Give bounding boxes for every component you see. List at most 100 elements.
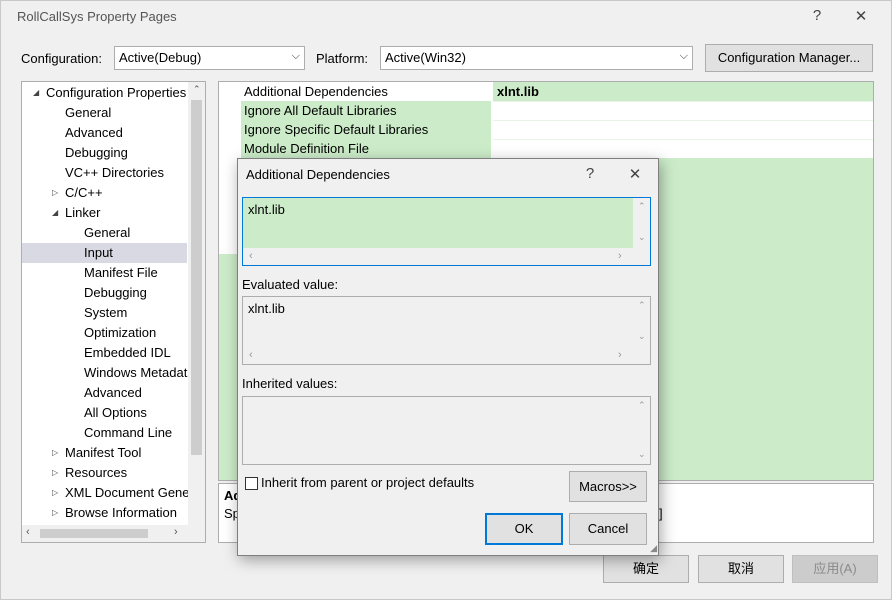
tree-item[interactable]: ▷ XML Document Generator (22, 483, 205, 503)
configuration-combo[interactable]: Active(Debug) ⌵ (114, 46, 305, 70)
grid-row[interactable]: Ignore Specific Default Libraries (241, 120, 873, 140)
tree-item[interactable]: Debugging (22, 283, 187, 303)
tree-item[interactable]: General (22, 223, 187, 243)
collapsed-arrow-icon[interactable]: ▷ (52, 483, 58, 503)
scroll-up-icon[interactable]: ⌃ (193, 84, 201, 95)
collapsed-arrow-icon[interactable]: ▷ (52, 183, 58, 203)
grid-row[interactable]: Module Definition File (241, 139, 873, 159)
scroll-up-icon[interactable]: ⌃ (638, 300, 646, 311)
scroll-up-icon[interactable]: ⌃ (638, 201, 646, 212)
grid-property-value[interactable]: xlnt.lib (493, 82, 873, 102)
tree-item[interactable]: Advanced (22, 123, 187, 143)
tree-item-label: Command Line (84, 425, 173, 440)
tree-item[interactable]: ▷ Manifest Tool (22, 443, 187, 463)
edit-vertical-scrollbar[interactable]: ⌃ ⌄ (633, 198, 650, 265)
cancel-button[interactable]: 取消 (698, 555, 784, 583)
dialog-cancel-button[interactable]: Cancel (569, 513, 647, 545)
tree-item[interactable]: All Options (22, 403, 187, 423)
collapsed-arrow-icon[interactable]: ▷ (52, 443, 58, 463)
grid-property-value[interactable] (493, 120, 873, 121)
inherit-checkbox[interactable] (245, 477, 258, 490)
dependencies-edit-box[interactable]: xlnt.lib ⌃ ⌄ ‹ › (242, 197, 651, 266)
platform-label: Platform: (316, 51, 369, 66)
tree-item-label: General (65, 105, 112, 120)
tree-item[interactable]: General (22, 103, 187, 123)
scroll-up-icon[interactable]: ⌃ (638, 400, 646, 411)
inherit-checkbox-label[interactable]: Inherit from parent or project defaults (261, 475, 474, 490)
tree-item[interactable]: ◢ Configuration Properties (22, 83, 187, 103)
apply-button[interactable]: 应用(A) (792, 555, 878, 583)
grid-property-name[interactable]: Module Definition File (241, 139, 491, 159)
tree-vertical-scrollbar[interactable]: ⌃ (188, 82, 205, 525)
tree-item-label: Debugging (65, 145, 128, 160)
description-text-end: ] (659, 506, 663, 521)
tree-item[interactable]: Optimization (22, 323, 187, 343)
tree-item[interactable]: ◢ Linker (22, 203, 187, 223)
tree-item-label: System (84, 305, 128, 320)
tree-item[interactable]: ▷ C/C++ (22, 183, 187, 203)
configuration-value: Active(Debug) (119, 50, 202, 65)
platform-combo[interactable]: Active(Win32) ⌵ (380, 46, 693, 70)
tree-item-label: Browse Information (65, 505, 177, 520)
tree-item-label: Advanced (65, 125, 123, 140)
grid-property-value[interactable] (493, 101, 873, 102)
tree-item[interactable]: Manifest File (22, 263, 187, 283)
tree-item[interactable]: ▷ Browse Information (22, 503, 187, 523)
scroll-left-icon[interactable]: ‹ (249, 250, 253, 262)
inherited-values-label: Inherited values: (242, 376, 338, 391)
scroll-down-icon[interactable]: ⌄ (638, 449, 646, 460)
dialog-ok-button[interactable]: OK (485, 513, 563, 545)
chevron-down-icon: ⌵ (291, 50, 300, 62)
grid-row[interactable]: Ignore All Default Libraries (241, 101, 873, 121)
tree-item[interactable]: Debugging (22, 143, 187, 163)
dialog-close-icon[interactable]: ✕ (625, 165, 645, 183)
grid-property-name[interactable]: Additional Dependencies (241, 82, 491, 102)
ok-button[interactable]: 确定 (603, 555, 689, 583)
tree-item[interactable]: Advanced (22, 383, 187, 403)
tree-item[interactable]: Command Line (22, 423, 187, 443)
scroll-right-icon[interactable]: › (174, 526, 178, 538)
tree-item[interactable]: VC++ Directories (22, 163, 187, 183)
tree-horizontal-scrollbar[interactable]: ‹ › (22, 525, 205, 542)
inherited-values-box: ⌃ ⌄ (242, 396, 651, 465)
grid-property-name[interactable]: Ignore Specific Default Libraries (241, 120, 491, 140)
tree-hscroll-thumb[interactable] (40, 529, 148, 538)
close-icon[interactable]: ✕ (851, 7, 871, 25)
tree-item-label: Configuration Properties (46, 85, 187, 100)
tree-item[interactable]: Windows Metadata (22, 363, 195, 383)
scroll-down-icon[interactable]: ⌄ (638, 331, 646, 342)
dialog-help-icon[interactable]: ? (580, 165, 600, 182)
macros-button[interactable]: Macros>> (569, 471, 647, 502)
inherited-vertical-scrollbar[interactable]: ⌃ ⌄ (633, 397, 650, 464)
dependencies-edit-value[interactable]: xlnt.lib (248, 202, 285, 217)
tree-item[interactable]: System (22, 303, 187, 323)
scroll-right-icon[interactable]: › (618, 349, 622, 361)
grid-row[interactable]: Additional Dependencies xlnt.lib (241, 82, 873, 102)
tree-item-label: Debugging (84, 285, 147, 300)
help-icon[interactable]: ? (807, 7, 827, 24)
configuration-manager-button[interactable]: Configuration Manager... (705, 44, 873, 72)
tree-item[interactable]: Embedded IDL (22, 343, 187, 363)
expanded-arrow-icon[interactable]: ◢ (33, 83, 39, 103)
tree-item-label: Resources (65, 465, 128, 480)
collapsed-arrow-icon[interactable]: ▷ (52, 503, 58, 523)
grid-property-name[interactable]: Ignore All Default Libraries (241, 101, 491, 121)
scroll-right-icon[interactable]: › (618, 250, 622, 262)
tree-item[interactable]: ▷ Resources (22, 463, 187, 483)
evaluated-vertical-scrollbar[interactable]: ⌃ ⌄ (633, 297, 650, 364)
property-tree[interactable]: ◢ Configuration Properties General Advanced… (21, 81, 206, 543)
edit-horizontal-scrollbar[interactable]: ‹ › (243, 248, 633, 265)
collapsed-arrow-icon[interactable]: ▷ (52, 463, 58, 483)
scroll-left-icon[interactable]: ‹ (249, 349, 253, 361)
scroll-left-icon[interactable]: ‹ (26, 526, 30, 538)
tree-scroll-thumb[interactable] (191, 100, 202, 455)
expanded-arrow-icon[interactable]: ◢ (52, 203, 58, 223)
scroll-down-icon[interactable]: ⌄ (638, 232, 646, 243)
tree-item-label: Manifest Tool (65, 445, 142, 460)
tree-item[interactable]: Input (22, 243, 187, 263)
edit-box-highlight (243, 198, 633, 248)
evaluated-horizontal-scrollbar[interactable]: ‹ › (243, 347, 633, 364)
resize-grip-icon[interactable]: ◢ (650, 543, 657, 554)
grid-property-value[interactable] (493, 139, 873, 140)
evaluated-value-label: Evaluated value: (242, 277, 339, 292)
